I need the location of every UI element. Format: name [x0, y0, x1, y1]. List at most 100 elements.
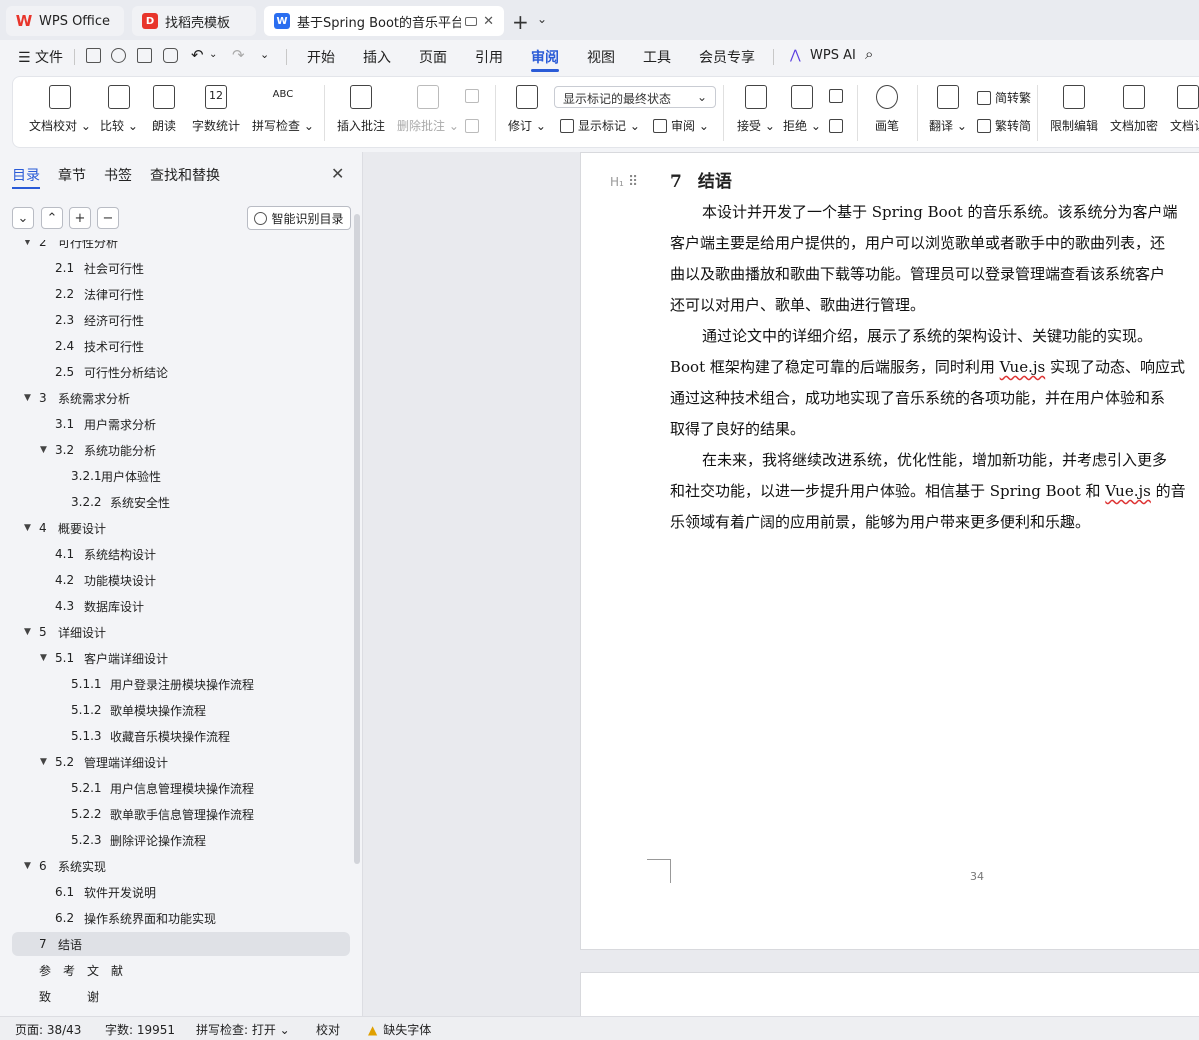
menu-tools[interactable]: 工具	[643, 47, 671, 67]
tab-find-replace[interactable]: 查找和替换	[150, 165, 220, 185]
menu-home[interactable]: 开始	[307, 47, 335, 67]
accept-button[interactable]: 接受 ⌄	[737, 85, 775, 134]
toc-item[interactable]: 5.1.3 收藏音乐模块操作流程	[12, 724, 350, 748]
missing-font-indicator[interactable]: ▲ 缺失字体	[368, 1021, 431, 1038]
read-aloud-button[interactable]: 朗读	[152, 85, 176, 134]
expand-arrow-icon[interactable]: ▼	[24, 861, 31, 871]
collapse-down-button[interactable]: ⌄	[12, 207, 34, 229]
expand-arrow-icon[interactable]: ▼	[40, 653, 47, 663]
compare-button[interactable]: 比较 ⌄	[100, 85, 138, 134]
translate-button[interactable]: 翻译 ⌄	[929, 85, 967, 134]
toc-item[interactable]: 参 考 文 献	[12, 958, 350, 982]
undo-icon[interactable]: ↶	[191, 46, 204, 64]
menu-review[interactable]: 审阅	[531, 47, 559, 67]
expand-arrow-icon[interactable]: ▼	[40, 757, 47, 767]
toc-item[interactable]: ▼ 5.2 管理端详细设计	[12, 750, 350, 774]
page-indicator[interactable]: 页面: 38/43	[15, 1021, 81, 1038]
toc-item[interactable]: 5.2.2 歌单歌手信息管理操作流程	[12, 802, 350, 826]
print-preview-icon[interactable]	[163, 48, 178, 63]
close-icon[interactable]: ✕	[331, 164, 344, 183]
prev-change-button[interactable]	[829, 89, 847, 103]
expand-arrow-icon[interactable]: ▼	[24, 627, 31, 637]
drag-handle-icon[interactable]: ⠿	[628, 174, 638, 190]
toc-item[interactable]: ▼ 3 系统需求分析	[12, 386, 350, 410]
toc-item[interactable]: 致 谢	[12, 984, 350, 1008]
share-icon[interactable]	[111, 48, 126, 63]
expand-arrow-icon[interactable]: ▼	[40, 445, 47, 455]
tab-wps-office[interactable]: W WPS Office	[6, 6, 124, 36]
menu-page[interactable]: 页面	[419, 47, 447, 67]
markup-mode-select[interactable]: 显示标记的最终状态 ⌄	[554, 86, 716, 108]
toc-item[interactable]: 5.1.1 用户登录注册模块操作流程	[12, 672, 350, 696]
toc-item[interactable]: ▼ 6 系统实现	[12, 854, 350, 878]
next-comment-button[interactable]	[465, 119, 483, 133]
screen-cast-icon[interactable]	[465, 16, 478, 26]
section-heading[interactable]: 7 结语	[670, 167, 732, 192]
remove-heading-button[interactable]: −	[97, 207, 119, 229]
toc-scrollbar[interactable]	[354, 214, 360, 864]
add-heading-button[interactable]: +	[69, 207, 91, 229]
toc-item[interactable]: 2.2 法律可行性	[12, 282, 350, 306]
redo-icon[interactable]: ↷	[232, 46, 245, 64]
expand-arrow-icon[interactable]: ▼	[24, 523, 31, 533]
toc-item[interactable]: 2.3 经济可行性	[12, 308, 350, 332]
tab-bookmarks[interactable]: 书签	[104, 165, 132, 185]
menu-reference[interactable]: 引用	[475, 47, 503, 67]
menu-membership[interactable]: 会员专享	[699, 47, 755, 67]
reject-button[interactable]: 拒绝 ⌄	[783, 85, 821, 134]
toc-item[interactable]: ▼ 5 详细设计	[12, 620, 350, 644]
tab-chapters[interactable]: 章节	[58, 165, 86, 185]
toc-item[interactable]: 6.2 操作系统界面和功能实现	[12, 906, 350, 930]
traditional-to-simplified-button[interactable]: 繁转简	[977, 117, 1031, 134]
encrypt-button[interactable]: 文档加密	[1110, 85, 1158, 134]
delete-comment-button[interactable]: 删除批注 ⌄	[397, 85, 459, 134]
close-tab-icon[interactable]: ✕	[483, 14, 494, 29]
proofread-indicator[interactable]: 校对	[316, 1021, 340, 1038]
expand-up-button[interactable]: ⌃	[41, 207, 63, 229]
toc-item[interactable]: ▼ 5.1 客户端详细设计	[12, 646, 350, 670]
toc-item[interactable]: ▼ 2 可行性分析	[12, 240, 350, 254]
show-markup-button[interactable]: 显示标记 ⌄	[560, 117, 640, 134]
toc-item[interactable]: 4.1 系统结构设计	[12, 542, 350, 566]
new-tab-icon[interactable]: +	[512, 10, 529, 34]
word-count-indicator[interactable]: 字数: 19951	[105, 1021, 175, 1038]
toc-item[interactable]: 3.1 用户需求分析	[12, 412, 350, 436]
tab-toc[interactable]: 目录	[12, 165, 40, 185]
menu-view[interactable]: 视图	[587, 47, 615, 67]
save-icon[interactable]	[86, 48, 101, 63]
pen-button[interactable]: 画笔	[875, 85, 899, 134]
toc-item[interactable]: ▼ 3.2 系统功能分析	[12, 438, 350, 462]
file-menu[interactable]: ☰ 文件	[18, 47, 63, 67]
prev-comment-button[interactable]	[465, 89, 483, 103]
track-changes-button[interactable]: 修订 ⌄	[508, 85, 546, 134]
review-pane-button[interactable]: 审阅 ⌄	[653, 117, 709, 134]
tab-current-document[interactable]: W 基于Spring Boot的音乐平台设 ✕	[264, 6, 504, 36]
smart-toc-button[interactable]: 智能识别目录	[247, 206, 351, 230]
doc-check-button[interactable]: 文档校对 ⌄	[29, 85, 91, 134]
chevron-down-icon[interactable]: ⌄	[209, 49, 217, 60]
chevron-down-icon[interactable]: ⌄	[260, 48, 269, 61]
menu-wps-ai[interactable]: WPS AI	[810, 48, 856, 63]
toc-item[interactable]: 4.2 功能模块设计	[12, 568, 350, 592]
chevron-down-icon[interactable]: ⌄	[537, 12, 547, 26]
toc-item[interactable]: 5.1.2 歌单模块操作流程	[12, 698, 350, 722]
search-icon[interactable]: ⌕	[865, 45, 873, 63]
toc-item[interactable]: 7 结语	[12, 932, 350, 956]
spell-check-button[interactable]: ABC 拼写检查 ⌄	[252, 85, 314, 134]
toc-item[interactable]: 2.5 可行性分析结论	[12, 360, 350, 384]
toc-item[interactable]: 3.2.1 用户体验性	[12, 464, 350, 488]
restrict-edit-button[interactable]: 限制编辑	[1050, 85, 1098, 134]
print-icon[interactable]	[137, 48, 152, 63]
toc-item[interactable]: 4.3 数据库设计	[12, 594, 350, 618]
toc-item[interactable]: 2.4 技术可行性	[12, 334, 350, 358]
wps-ai-icon[interactable]: ⋀	[790, 48, 801, 63]
insert-comment-button[interactable]: 插入批注	[337, 85, 385, 134]
expand-arrow-icon[interactable]: ▼	[24, 240, 31, 247]
tab-docer-templates[interactable]: D 找稻壳模板	[132, 6, 256, 36]
doc-auth-button[interactable]: 文档认	[1170, 85, 1199, 134]
simplified-to-traditional-button[interactable]: 简转繁	[977, 89, 1031, 106]
toc-item[interactable]: 6.1 软件开发说明	[12, 880, 350, 904]
next-change-button[interactable]	[829, 119, 847, 133]
spell-check-indicator[interactable]: 拼写检查: 打开 ⌄	[196, 1021, 290, 1038]
toc-item[interactable]: 5.2.3 删除评论操作流程	[12, 828, 350, 852]
